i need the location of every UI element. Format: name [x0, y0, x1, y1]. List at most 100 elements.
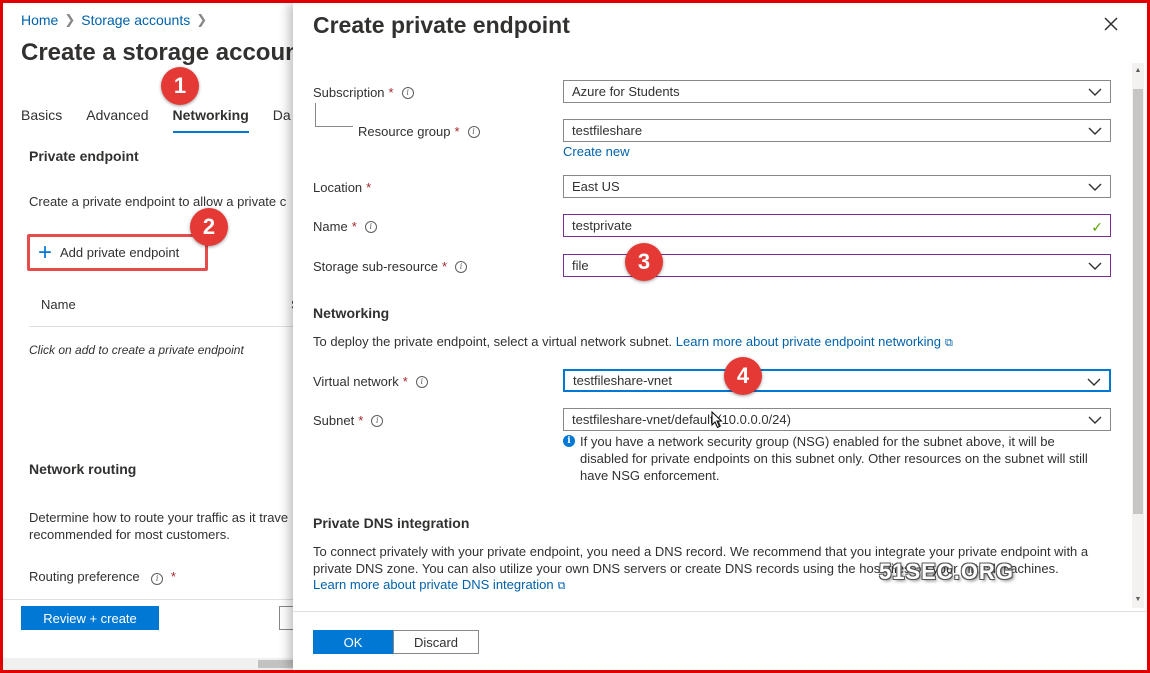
tab-basics[interactable]: Basics: [21, 107, 62, 133]
required-asterisk: *: [366, 180, 372, 195]
add-private-endpoint-label: Add private endpoint: [60, 245, 180, 260]
scrollbar-thumb[interactable]: [1133, 89, 1143, 514]
network-routing-description-2: recommended for most customers.: [29, 527, 230, 542]
column-header-name: Name: [41, 297, 76, 312]
subscription-label: Subscription * i: [313, 85, 414, 100]
virtual-network-label-text: Virtual network: [313, 374, 399, 389]
breadcrumb: Home ❯ Storage accounts ❯: [21, 12, 207, 28]
page-title: Create a storage account: [21, 39, 293, 66]
external-link-icon: ⧉: [945, 337, 953, 349]
review-create-button[interactable]: Review + create: [21, 606, 159, 630]
add-private-endpoint-button[interactable]: + Add private endpoint: [27, 234, 208, 271]
info-icon[interactable]: i: [455, 260, 468, 273]
chevron-down-icon: [1088, 88, 1102, 96]
empty-list-message: Click on add to create a private endpoin…: [29, 343, 244, 357]
step-callout-4: 4: [724, 357, 762, 395]
tab-advanced[interactable]: Advanced: [86, 107, 148, 133]
network-routing-description-1: Determine how to route your traffic as i…: [29, 510, 289, 525]
networking-description-text: To deploy the private endpoint, select a…: [313, 334, 673, 349]
tab-bar: Basics Advanced Networking Da: [21, 107, 293, 133]
breadcrumb-storage-accounts[interactable]: Storage accounts: [81, 12, 190, 28]
info-icon[interactable]: i: [415, 375, 428, 388]
resource-group-dropdown[interactable]: testfileshare: [563, 119, 1111, 142]
chevron-down-icon: [1087, 378, 1101, 386]
blade-title: Create private endpoint: [313, 12, 570, 38]
learn-more-dns-link[interactable]: Learn more about private DNS integration…: [313, 577, 566, 593]
create-private-endpoint-blade: Create private endpoint Subscription * i…: [293, 3, 1147, 670]
chevron-down-icon: [1088, 127, 1102, 135]
ok-button[interactable]: OK: [313, 630, 393, 654]
close-icon[interactable]: [1102, 15, 1120, 33]
network-routing-heading: Network routing: [29, 461, 137, 477]
nsg-info-note: i If you have a network security group (…: [563, 433, 1111, 484]
learn-more-networking-link[interactable]: Learn more about private endpoint networ…: [676, 334, 953, 349]
nsg-note-line-3: have NSG enforcement.: [580, 468, 720, 483]
required-asterisk: *: [358, 413, 364, 428]
sub-resource-label-text: Storage sub-resource: [313, 259, 439, 274]
required-asterisk: *: [351, 219, 357, 234]
private-endpoint-heading: Private endpoint: [29, 148, 139, 164]
virtual-network-label: Virtual network * i: [313, 374, 428, 389]
info-icon[interactable]: i: [151, 572, 164, 585]
required-asterisk: *: [454, 124, 460, 139]
endpoint-list-header: Name S: [29, 293, 293, 327]
scrollbar-thumb[interactable]: [258, 660, 293, 668]
chevron-down-icon: [1088, 416, 1102, 424]
private-endpoint-description: Create a private endpoint to allow a pri…: [29, 194, 287, 209]
subnet-label: Subnet * i: [313, 413, 384, 428]
tab-data-protection[interactable]: Da: [273, 107, 291, 133]
location-value: East US: [572, 179, 620, 194]
networking-heading: Networking: [313, 305, 390, 321]
mouse-cursor-icon: [711, 411, 723, 429]
sub-resource-value: file: [572, 258, 589, 273]
vertical-scrollbar[interactable]: ▲ ▼: [1132, 63, 1144, 608]
name-input[interactable]: testprivate ✓: [563, 214, 1111, 237]
discard-button[interactable]: Discard: [393, 630, 479, 654]
subnet-label-text: Subnet: [313, 413, 355, 428]
learn-more-dns-text: Learn more about private DNS integration: [313, 577, 554, 592]
scroll-down-icon[interactable]: ▼: [1133, 595, 1143, 605]
sub-resource-label: Storage sub-resource * i: [313, 259, 468, 274]
resource-group-value: testfileshare: [572, 123, 643, 138]
subscription-label-text: Subscription: [313, 85, 385, 100]
subnet-dropdown[interactable]: testfileshare-vnet/default (10.0.0.0/24): [563, 408, 1111, 431]
tab-networking[interactable]: Networking: [172, 107, 249, 133]
breadcrumb-home[interactable]: Home: [21, 12, 58, 28]
subscription-dropdown[interactable]: Azure for Students: [563, 80, 1111, 103]
virtual-network-dropdown[interactable]: testfileshare-vnet: [563, 369, 1111, 392]
step-callout-3: 3: [625, 243, 663, 281]
name-value: testprivate: [572, 218, 632, 233]
storage-account-page: Home ❯ Storage accounts ❯ Create a stora…: [3, 3, 293, 670]
required-asterisk: *: [170, 569, 176, 584]
plus-icon: +: [38, 238, 53, 266]
info-icon[interactable]: i: [467, 125, 480, 138]
checkmark-icon: ✓: [1091, 219, 1103, 235]
step-callout-2: 2: [190, 208, 228, 246]
dns-heading: Private DNS integration: [313, 515, 470, 531]
virtual-network-value: testfileshare-vnet: [573, 373, 672, 388]
resource-group-label-text: Resource group: [358, 124, 451, 139]
required-asterisk: *: [442, 259, 448, 274]
location-label: Location *: [313, 180, 371, 195]
info-icon[interactable]: i: [401, 86, 414, 99]
subscription-value: Azure for Students: [572, 84, 680, 99]
nsg-note-line-2: disabled for private endpoints on this s…: [580, 451, 1088, 466]
name-label: Name * i: [313, 219, 377, 234]
location-dropdown[interactable]: East US: [563, 175, 1111, 198]
step-callout-1: 1: [161, 67, 199, 105]
learn-more-networking-text: Learn more about private endpoint networ…: [675, 334, 942, 349]
blade-body: Subscription * i Azure for Students Reso…: [293, 61, 1147, 608]
nsg-note-line-1: If you have a network security group (NS…: [580, 434, 1055, 449]
tree-connector: [315, 103, 353, 127]
info-icon[interactable]: i: [371, 414, 384, 427]
required-asterisk: *: [388, 85, 394, 100]
horizontal-scrollbar[interactable]: [3, 658, 293, 670]
blade-footer: OK Discard: [293, 611, 1147, 670]
resource-group-label: Resource group * i: [358, 124, 480, 139]
previous-button[interactable]: [279, 606, 293, 630]
chevron-down-icon: [1088, 183, 1102, 191]
scroll-up-icon[interactable]: ▲: [1133, 66, 1143, 76]
create-new-link[interactable]: Create new: [563, 144, 629, 159]
info-icon[interactable]: i: [364, 220, 377, 233]
required-asterisk: *: [402, 374, 408, 389]
